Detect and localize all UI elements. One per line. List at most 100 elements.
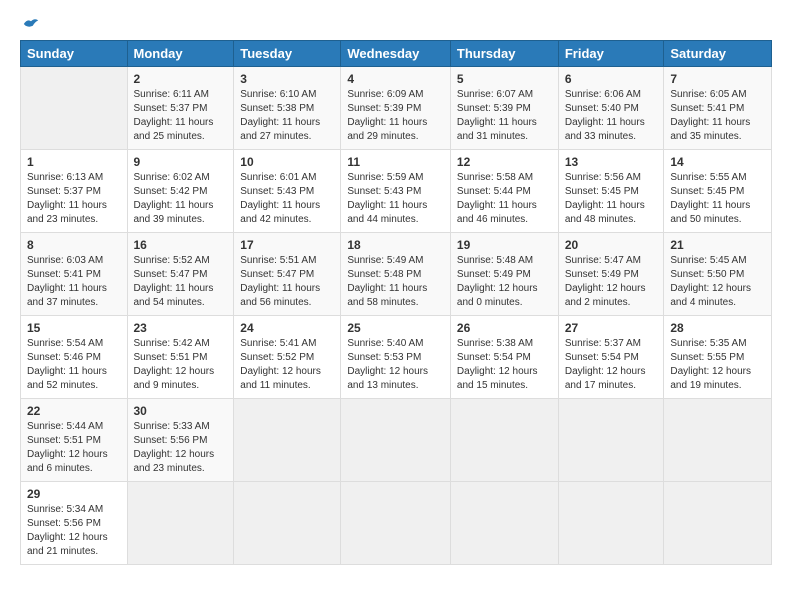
day-number: 15: [27, 321, 121, 335]
calendar-cell: 17 Sunrise: 5:51 AM Sunset: 5:47 PM Dayli…: [234, 233, 341, 316]
day-number: 27: [565, 321, 658, 335]
day-info: Sunrise: 5:56 AM Sunset: 5:45 PM Dayligh…: [565, 171, 658, 227]
calendar-cell: 30 Sunrise: 5:33 AM Sunset: 5:56 PM Dayli…: [127, 399, 234, 482]
day-info: Sunrise: 5:49 AM Sunset: 5:48 PM Dayligh…: [347, 254, 444, 310]
day-number: 12: [457, 155, 552, 169]
calendar-cell: 15 Sunrise: 5:54 AM Sunset: 5:46 PM Dayli…: [21, 316, 128, 399]
calendar-header: SundayMondayTuesdayWednesdayThursdayFrid…: [21, 41, 772, 67]
day-info: Sunrise: 6:13 AM Sunset: 5:37 PM Dayligh…: [27, 171, 121, 227]
day-number: 26: [457, 321, 552, 335]
day-info: Sunrise: 5:38 AM Sunset: 5:54 PM Dayligh…: [457, 337, 552, 393]
calendar-cell: 4 Sunrise: 6:09 AM Sunset: 5:39 PM Daylig…: [341, 67, 451, 150]
calendar-cell: 22 Sunrise: 5:44 AM Sunset: 5:51 PM Dayli…: [21, 399, 128, 482]
calendar-cell: 3 Sunrise: 6:10 AM Sunset: 5:38 PM Daylig…: [234, 67, 341, 150]
calendar-body: 2 Sunrise: 6:11 AM Sunset: 5:37 PM Daylig…: [21, 67, 772, 565]
col-header-saturday: Saturday: [664, 41, 772, 67]
day-info: Sunrise: 6:10 AM Sunset: 5:38 PM Dayligh…: [240, 88, 334, 144]
day-number: 8: [27, 238, 121, 252]
calendar-cell: 8 Sunrise: 6:03 AM Sunset: 5:41 PM Daylig…: [21, 233, 128, 316]
col-header-sunday: Sunday: [21, 41, 128, 67]
calendar-week-1: 1 Sunrise: 6:13 AM Sunset: 5:37 PM Daylig…: [21, 150, 772, 233]
day-info: Sunrise: 5:44 AM Sunset: 5:51 PM Dayligh…: [27, 420, 121, 476]
day-info: Sunrise: 5:41 AM Sunset: 5:52 PM Dayligh…: [240, 337, 334, 393]
day-info: Sunrise: 6:03 AM Sunset: 5:41 PM Dayligh…: [27, 254, 121, 310]
calendar-cell: 11 Sunrise: 5:59 AM Sunset: 5:43 PM Dayli…: [341, 150, 451, 233]
calendar-week-5: 29 Sunrise: 5:34 AM Sunset: 5:56 PM Dayli…: [21, 482, 772, 565]
col-header-friday: Friday: [558, 41, 664, 67]
day-number: 6: [565, 72, 658, 86]
calendar-cell: 12 Sunrise: 5:58 AM Sunset: 5:44 PM Dayli…: [450, 150, 558, 233]
day-number: 18: [347, 238, 444, 252]
day-number: 24: [240, 321, 334, 335]
calendar-cell: 14Sunrise: 5:55 AM Sunset: 5:45 PM Dayli…: [664, 150, 772, 233]
day-info: Sunrise: 6:05 AM Sunset: 5:41 PM Dayligh…: [670, 88, 765, 144]
calendar-cell: 26 Sunrise: 5:38 AM Sunset: 5:54 PM Dayli…: [450, 316, 558, 399]
calendar-cell: [21, 67, 128, 150]
day-info: Sunrise: 5:42 AM Sunset: 5:51 PM Dayligh…: [134, 337, 228, 393]
day-info: Sunrise: 5:58 AM Sunset: 5:44 PM Dayligh…: [457, 171, 552, 227]
day-number: 21: [670, 238, 765, 252]
col-header-tuesday: Tuesday: [234, 41, 341, 67]
day-number: 10: [240, 155, 334, 169]
col-header-thursday: Thursday: [450, 41, 558, 67]
calendar-cell: 16Sunrise: 5:52 AM Sunset: 5:47 PM Dayli…: [127, 233, 234, 316]
day-number: 17: [240, 238, 334, 252]
calendar-cell: [341, 399, 451, 482]
day-info: Sunrise: 5:47 AM Sunset: 5:49 PM Dayligh…: [565, 254, 658, 310]
day-number: 4: [347, 72, 444, 86]
calendar-cell: [127, 482, 234, 565]
day-info: Sunrise: 6:07 AM Sunset: 5:39 PM Dayligh…: [457, 88, 552, 144]
calendar-cell: 10 Sunrise: 6:01 AM Sunset: 5:43 PM Dayli…: [234, 150, 341, 233]
day-info: Sunrise: 5:40 AM Sunset: 5:53 PM Dayligh…: [347, 337, 444, 393]
day-number: 14: [670, 155, 765, 169]
calendar-cell: [234, 482, 341, 565]
day-number: 22: [27, 404, 121, 418]
day-number: 11: [347, 155, 444, 169]
calendar-week-0: 2 Sunrise: 6:11 AM Sunset: 5:37 PM Daylig…: [21, 67, 772, 150]
calendar-cell: [234, 399, 341, 482]
logo: [20, 16, 40, 32]
calendar-cell: [664, 399, 772, 482]
day-number: 7: [670, 72, 765, 86]
calendar-cell: 21Sunrise: 5:45 AM Sunset: 5:50 PM Dayli…: [664, 233, 772, 316]
day-number: 16: [134, 238, 228, 252]
day-number: 20: [565, 238, 658, 252]
day-number: 1: [27, 155, 121, 169]
col-header-wednesday: Wednesday: [341, 41, 451, 67]
day-number: 29: [27, 487, 121, 501]
day-number: 30: [134, 404, 228, 418]
day-info: Sunrise: 6:01 AM Sunset: 5:43 PM Dayligh…: [240, 171, 334, 227]
page-header: [20, 16, 772, 32]
calendar-week-3: 15 Sunrise: 5:54 AM Sunset: 5:46 PM Dayli…: [21, 316, 772, 399]
day-info: Sunrise: 6:11 AM Sunset: 5:37 PM Dayligh…: [134, 88, 228, 144]
calendar-cell: 20 Sunrise: 5:47 AM Sunset: 5:49 PM Dayli…: [558, 233, 664, 316]
calendar-cell: 29 Sunrise: 5:34 AM Sunset: 5:56 PM Dayli…: [21, 482, 128, 565]
col-header-monday: Monday: [127, 41, 234, 67]
day-info: Sunrise: 5:54 AM Sunset: 5:46 PM Dayligh…: [27, 337, 121, 393]
calendar-cell: [450, 482, 558, 565]
calendar-header-row: SundayMondayTuesdayWednesdayThursdayFrid…: [21, 41, 772, 67]
day-info: Sunrise: 6:02 AM Sunset: 5:42 PM Dayligh…: [134, 171, 228, 227]
day-info: Sunrise: 5:59 AM Sunset: 5:43 PM Dayligh…: [347, 171, 444, 227]
day-info: Sunrise: 5:33 AM Sunset: 5:56 PM Dayligh…: [134, 420, 228, 476]
day-number: 9: [134, 155, 228, 169]
day-info: Sunrise: 5:48 AM Sunset: 5:49 PM Dayligh…: [457, 254, 552, 310]
day-info: Sunrise: 5:34 AM Sunset: 5:56 PM Dayligh…: [27, 503, 121, 559]
day-number: 5: [457, 72, 552, 86]
calendar-cell: 5 Sunrise: 6:07 AM Sunset: 5:39 PM Daylig…: [450, 67, 558, 150]
calendar-cell: 9 Sunrise: 6:02 AM Sunset: 5:42 PM Daylig…: [127, 150, 234, 233]
day-info: Sunrise: 6:09 AM Sunset: 5:39 PM Dayligh…: [347, 88, 444, 144]
day-number: 3: [240, 72, 334, 86]
day-info: Sunrise: 5:51 AM Sunset: 5:47 PM Dayligh…: [240, 254, 334, 310]
calendar-cell: 7 Sunrise: 6:05 AM Sunset: 5:41 PM Daylig…: [664, 67, 772, 150]
calendar-cell: 13 Sunrise: 5:56 AM Sunset: 5:45 PM Dayli…: [558, 150, 664, 233]
day-number: 13: [565, 155, 658, 169]
day-info: Sunrise: 5:35 AM Sunset: 5:55 PM Dayligh…: [670, 337, 765, 393]
day-number: 23: [134, 321, 228, 335]
day-number: 2: [134, 72, 228, 86]
day-info: Sunrise: 6:06 AM Sunset: 5:40 PM Dayligh…: [565, 88, 658, 144]
calendar-cell: 27Sunrise: 5:37 AM Sunset: 5:54 PM Dayli…: [558, 316, 664, 399]
calendar-cell: [341, 482, 451, 565]
calendar-cell: 19Sunrise: 5:48 AM Sunset: 5:49 PM Dayli…: [450, 233, 558, 316]
calendar-cell: [450, 399, 558, 482]
